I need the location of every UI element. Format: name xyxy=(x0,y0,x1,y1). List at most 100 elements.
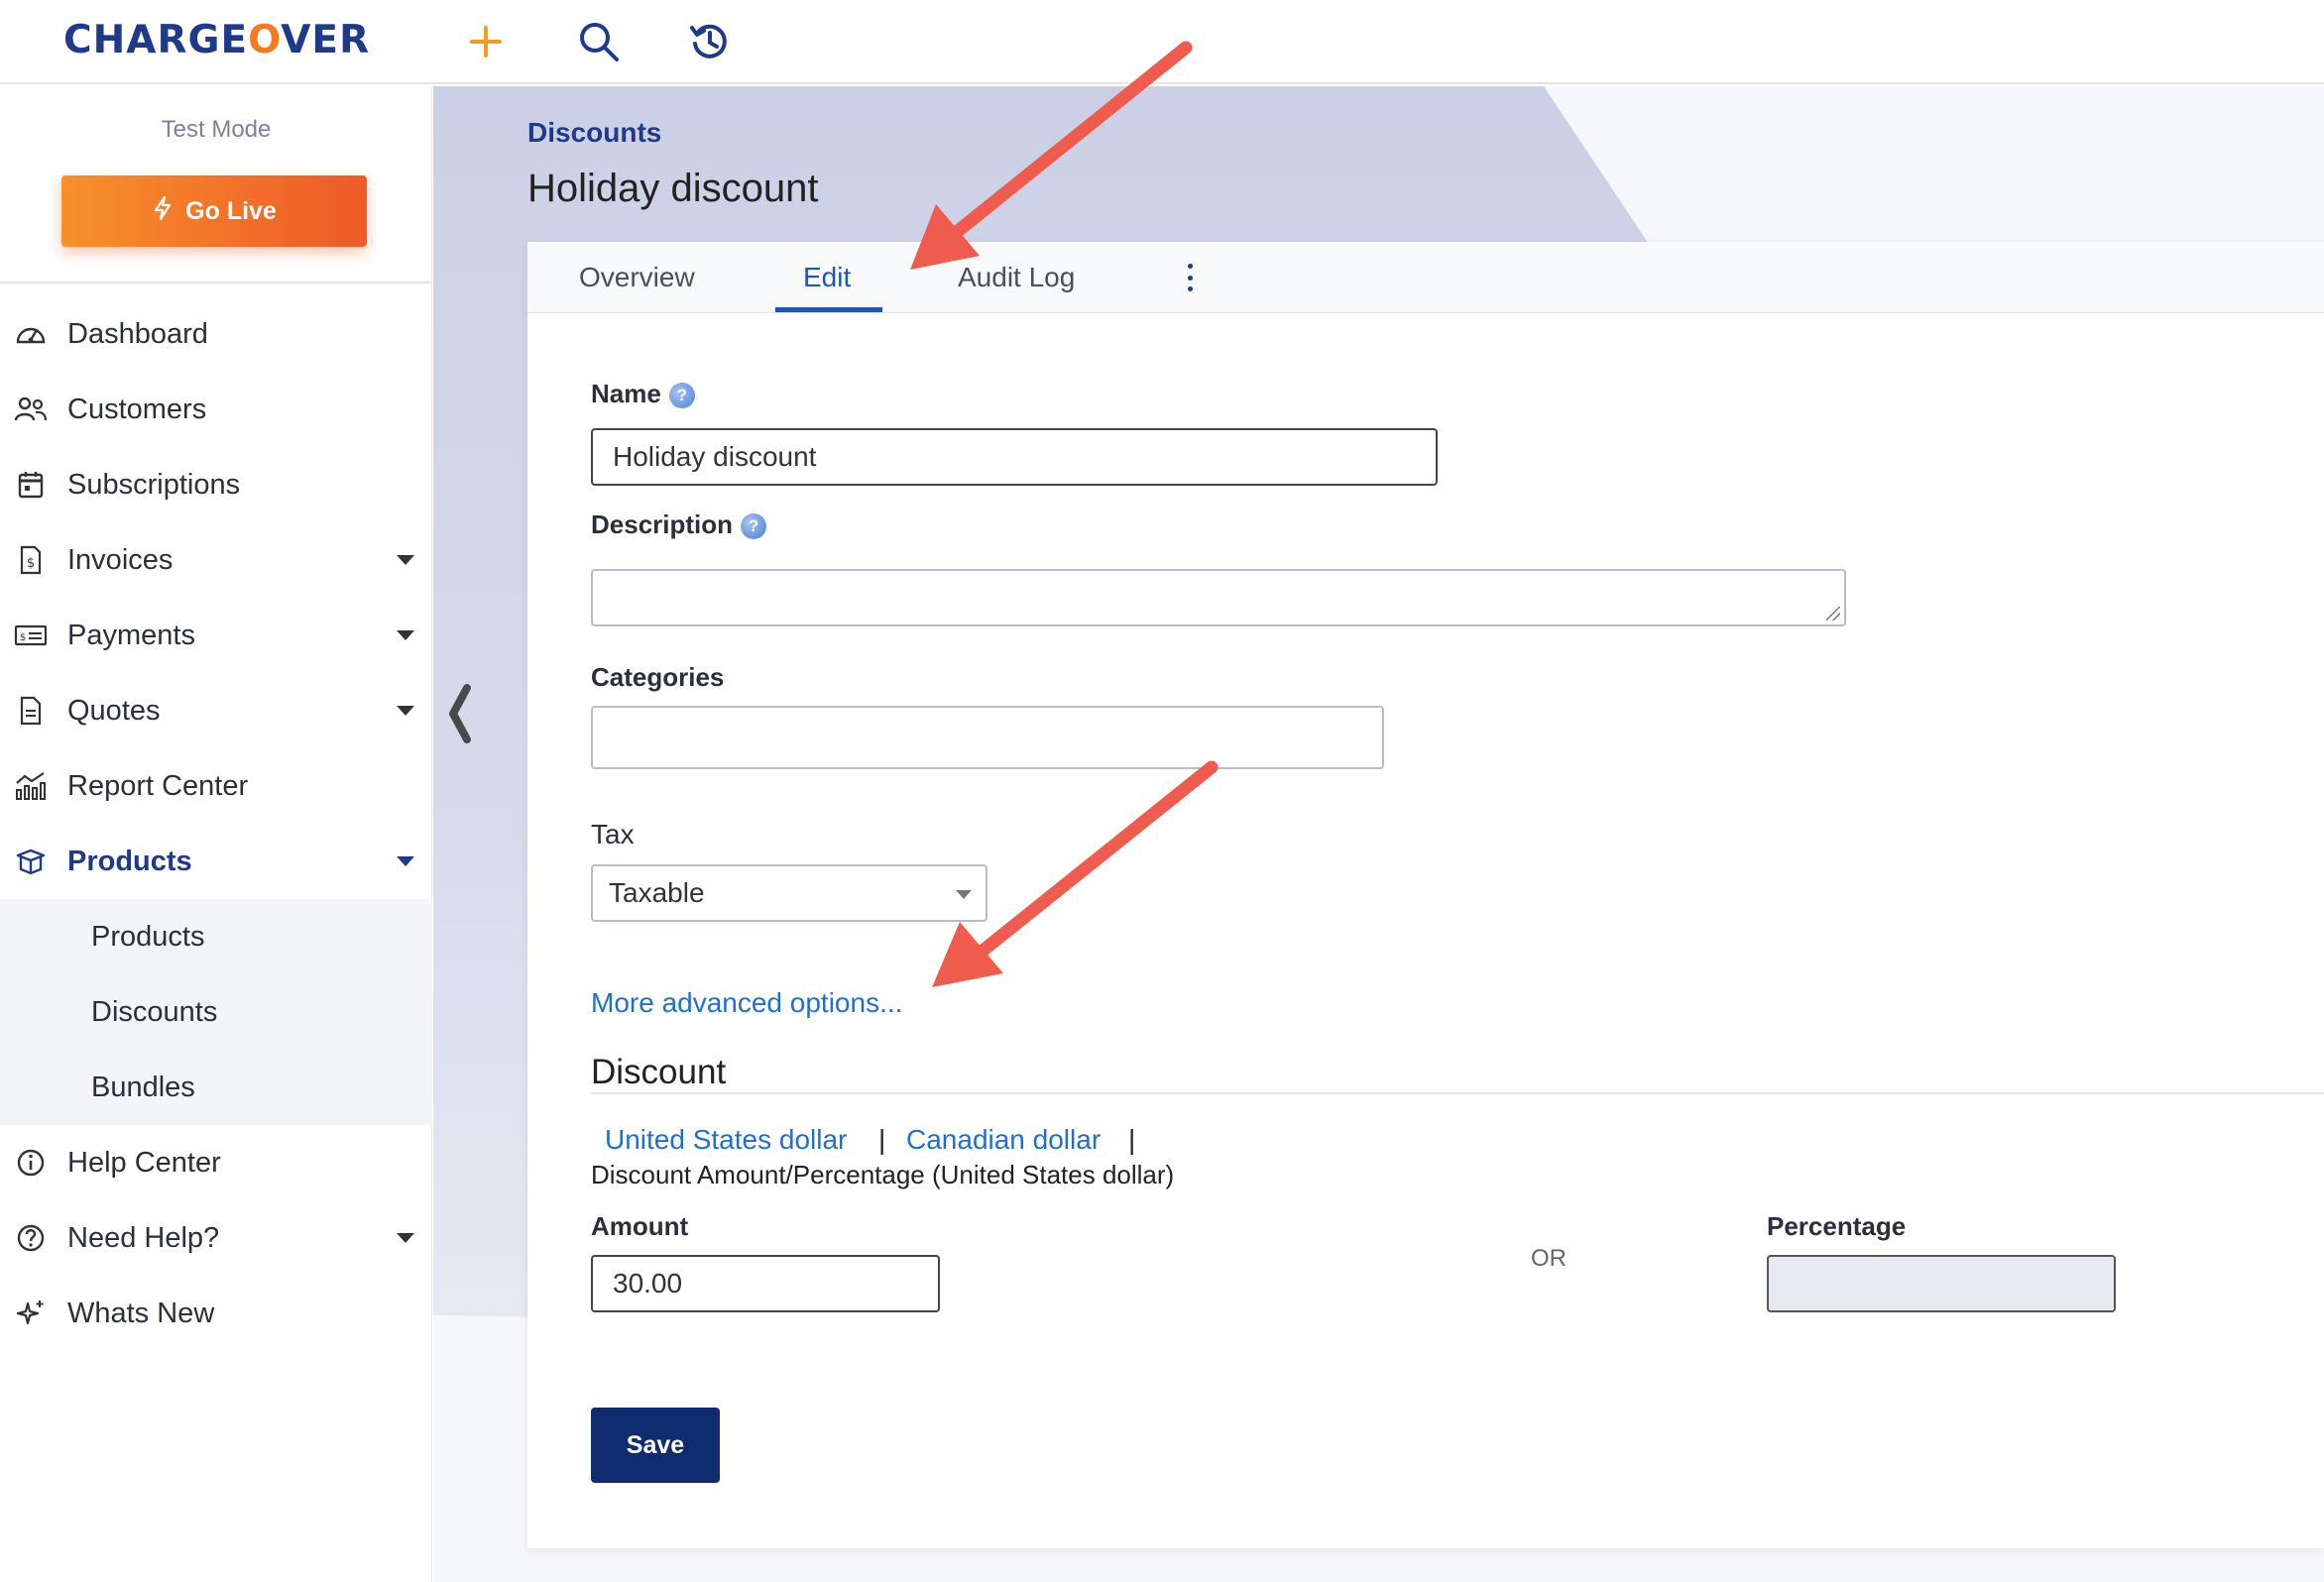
sidebar-item-label: Discounts xyxy=(91,995,218,1028)
tax-select-value: Taxable xyxy=(609,877,705,908)
page-title: Holiday discount xyxy=(527,167,819,210)
sidebar-subitem-products[interactable]: Products xyxy=(0,899,432,974)
sidebar-item-whats-new[interactable]: Whats New xyxy=(0,1276,432,1351)
dashboard-icon xyxy=(14,318,48,350)
sidebar-item-label: Customers xyxy=(67,393,207,425)
discount-section-title: Discount xyxy=(591,1053,727,1091)
sidebar-item-label: Products xyxy=(67,845,192,877)
info-icon xyxy=(14,1147,48,1179)
sidebar-item-label: Report Center xyxy=(67,769,249,802)
chevron-down-icon[interactable] xyxy=(397,706,414,716)
currency-link-cad[interactable]: Canadian dollar xyxy=(906,1124,1101,1156)
sidebar-subitem-discounts[interactable]: Discounts xyxy=(0,974,432,1050)
tax-label: Tax xyxy=(591,819,635,849)
top-bar: CHARGEOVER xyxy=(0,0,2324,84)
description-textarea[interactable] xyxy=(591,569,1846,626)
svg-text:$: $ xyxy=(27,556,35,571)
logo-text-start: CHARGE xyxy=(63,18,249,62)
sidebar-item-help-center[interactable]: Help Center xyxy=(0,1125,432,1200)
description-label-text: Description xyxy=(591,509,734,539)
search-icon[interactable] xyxy=(571,14,627,69)
sidebar: Test Mode Go Live Dashboard Customers Su… xyxy=(0,86,432,1582)
sidebar-item-label: Quotes xyxy=(67,694,161,727)
save-button[interactable]: Save xyxy=(591,1408,720,1483)
sidebar-nav: Dashboard Customers Subscriptions $ Invo… xyxy=(0,296,432,1351)
currency-link-usd[interactable]: United States dollar xyxy=(605,1124,847,1156)
breadcrumb[interactable]: Discounts xyxy=(527,117,661,149)
go-live-button[interactable]: Go Live xyxy=(61,175,367,247)
sidebar-item-label: Whats New xyxy=(67,1297,215,1329)
sidebar-item-label: Dashboard xyxy=(67,317,208,350)
customers-icon xyxy=(14,394,48,425)
sidebar-item-products[interactable]: Products xyxy=(0,824,432,899)
active-tab-indicator xyxy=(775,307,882,312)
bolt-icon xyxy=(152,195,174,228)
percentage-label: Percentage xyxy=(1767,1211,1907,1241)
sidebar-item-quotes[interactable]: Quotes xyxy=(0,673,432,748)
amount-heading: Discount Amount/Percentage (United State… xyxy=(591,1160,1175,1189)
sidebar-item-label: Bundles xyxy=(91,1071,195,1103)
tax-select[interactable]: Taxable xyxy=(591,864,988,922)
logo-text-end: VER xyxy=(281,18,371,62)
help-icon[interactable]: ? xyxy=(741,513,767,540)
sidebar-item-invoices[interactable]: $ Invoices xyxy=(0,522,432,598)
sidebar-item-label: Payments xyxy=(67,619,195,651)
chargeover-logo[interactable]: CHARGEOVER xyxy=(63,18,370,62)
box-icon xyxy=(14,846,48,877)
chevron-down-icon[interactable] xyxy=(397,856,414,866)
sidebar-item-dashboard[interactable]: Dashboard xyxy=(0,296,432,372)
payment-icon: $ xyxy=(14,620,48,651)
sidebar-item-subscriptions[interactable]: Subscriptions xyxy=(0,447,432,522)
plus-icon[interactable] xyxy=(458,14,514,69)
categories-label: Categories xyxy=(591,662,725,692)
resize-handle-icon[interactable] xyxy=(1826,607,1840,621)
chevron-down-icon[interactable] xyxy=(397,1233,414,1243)
svg-text:$: $ xyxy=(20,632,26,643)
sidebar-item-label: Subscriptions xyxy=(67,468,241,501)
kebab-menu-icon[interactable] xyxy=(1182,264,1198,291)
calendar-icon xyxy=(14,469,48,501)
tab-bar: Overview Edit Audit Log xyxy=(527,242,2324,313)
name-label: Name? xyxy=(591,379,695,409)
categories-input[interactable] xyxy=(591,706,1384,769)
go-live-label: Go Live xyxy=(185,196,277,225)
more-advanced-options-link[interactable]: More advanced options... xyxy=(591,987,902,1019)
invoice-icon: $ xyxy=(14,544,48,576)
test-mode-label: Test Mode xyxy=(161,116,272,143)
sidebar-item-label: Need Help? xyxy=(67,1221,220,1254)
tab-audit-log[interactable]: Audit Log xyxy=(958,242,1075,313)
chevron-left-icon[interactable] xyxy=(440,674,480,753)
edit-card: Overview Edit Audit Log Name? Holiday di… xyxy=(527,242,2324,1548)
sidebar-divider xyxy=(0,282,432,283)
chevron-down-icon[interactable] xyxy=(397,630,414,640)
products-subnav: Products Discounts Bundles xyxy=(0,899,432,1125)
sidebar-subitem-bundles[interactable]: Bundles xyxy=(0,1050,432,1125)
amount-input[interactable]: 30.00 xyxy=(591,1255,940,1312)
sidebar-item-label: Products xyxy=(91,920,205,953)
section-divider xyxy=(591,1092,2324,1094)
logo-text-o: O xyxy=(248,18,282,62)
sidebar-item-report-center[interactable]: Report Center xyxy=(0,748,432,824)
sidebar-item-customers[interactable]: Customers xyxy=(0,372,432,447)
sidebar-item-need-help[interactable]: Need Help? xyxy=(0,1200,432,1276)
sidebar-item-payments[interactable]: $ Payments xyxy=(0,598,432,673)
sidebar-item-label: Help Center xyxy=(67,1146,221,1179)
tab-overview[interactable]: Overview xyxy=(579,242,695,313)
tab-edit[interactable]: Edit xyxy=(803,242,851,313)
name-label-text: Name xyxy=(591,379,661,408)
percentage-input[interactable] xyxy=(1767,1255,2116,1312)
or-separator: OR xyxy=(1531,1245,1567,1272)
chevron-down-icon xyxy=(956,890,972,899)
description-label: Description? xyxy=(591,509,767,540)
document-icon xyxy=(14,695,48,727)
chart-icon xyxy=(14,770,48,802)
help-icon[interactable]: ? xyxy=(668,383,695,409)
currency-separator: | xyxy=(1128,1124,1136,1155)
chevron-down-icon[interactable] xyxy=(397,555,414,565)
currency-separator: | xyxy=(878,1124,886,1155)
sparkle-icon xyxy=(14,1298,48,1329)
name-input[interactable]: Holiday discount xyxy=(591,428,1438,486)
sidebar-item-label: Invoices xyxy=(67,543,174,576)
history-icon[interactable] xyxy=(682,14,738,69)
question-icon xyxy=(14,1222,48,1254)
